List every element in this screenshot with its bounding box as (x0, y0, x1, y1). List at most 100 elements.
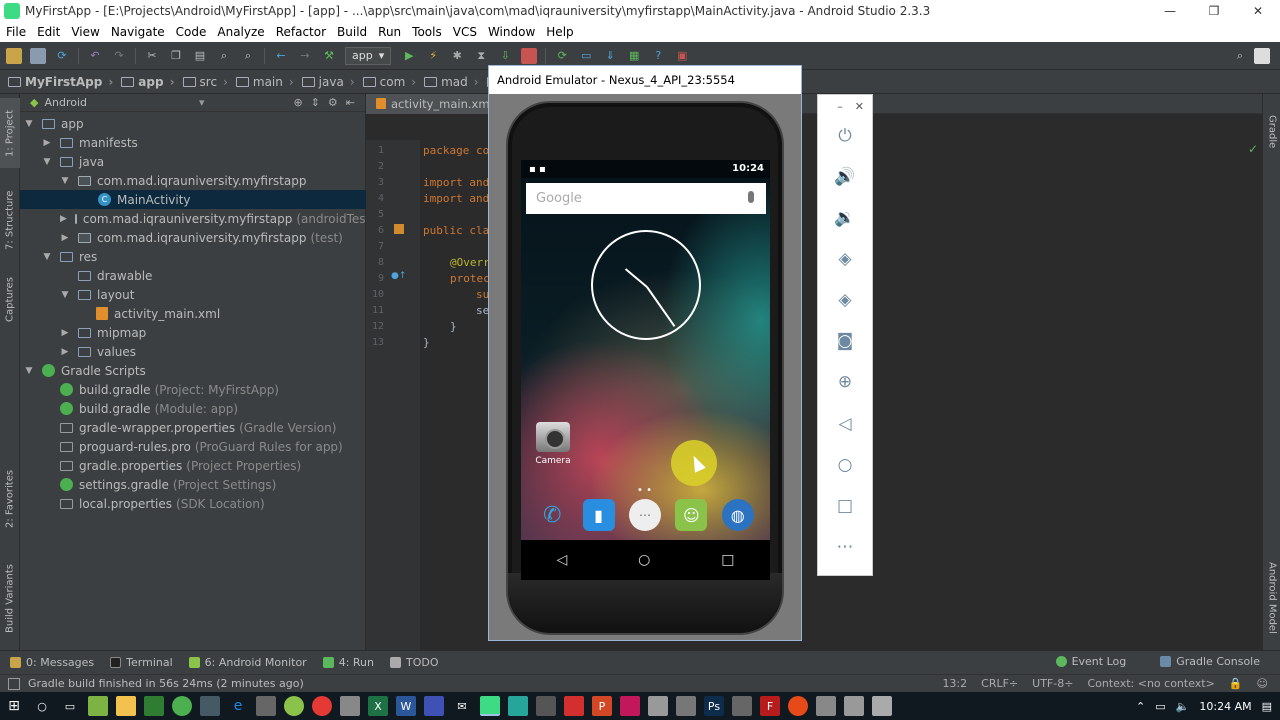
collapse-all-icon[interactable]: ⇕ (311, 96, 320, 109)
expand-arrow-icon[interactable]: ▼ (42, 252, 52, 262)
taskbar-app-icon[interactable] (816, 696, 836, 716)
sync-icon[interactable]: ⟳ (54, 48, 70, 64)
rotate-left-icon[interactable]: ◈ (834, 248, 856, 270)
expand-arrow-icon[interactable]: ▶ (60, 347, 70, 357)
tree-item-mipmap[interactable]: ▶ mipmap (20, 323, 366, 342)
tool-windows-toggle-icon[interactable] (8, 677, 20, 690)
tab-structure[interactable]: 7: Structure (0, 180, 20, 260)
filezilla-icon[interactable]: F (760, 696, 780, 716)
screenshot-icon[interactable]: ◙ (834, 330, 856, 352)
cursor-position[interactable]: 13:2 (942, 677, 967, 690)
override-gutter-icon[interactable]: ●↑ (391, 271, 406, 281)
sync-scroll-icon[interactable]: ⊕ (293, 96, 302, 109)
help-icon[interactable]: ? (650, 48, 666, 64)
breadcrumb-item[interactable]: mad › (424, 75, 479, 89)
tree-item-local-properties[interactable]: local.properties (SDK Location) (20, 494, 366, 513)
open-folder-icon[interactable] (6, 47, 22, 64)
taskbar-app-icon[interactable] (676, 696, 696, 716)
clock-time[interactable]: 10:24 AM (1199, 700, 1251, 713)
tree-item-package-test[interactable]: ▶ com.mad.iqrauniversity.myfirstapp (test) (20, 228, 366, 247)
word-icon[interactable]: W (396, 696, 416, 716)
google-search-bar[interactable]: Google (526, 183, 766, 214)
class-gutter-icon[interactable] (394, 224, 404, 234)
notifications-icon[interactable]: ▤ (1262, 700, 1272, 713)
taskbar-app-icon[interactable] (788, 696, 808, 716)
menu-refactor[interactable]: Refactor (276, 25, 326, 39)
save-icon[interactable] (30, 47, 46, 64)
code-line[interactable]: @Overr (450, 256, 490, 269)
volume-down-icon[interactable]: 🔉 (834, 207, 856, 229)
taskbar-app-icon[interactable] (172, 696, 192, 716)
edge-icon[interactable]: e (228, 696, 248, 716)
tab-project[interactable]: 1: Project (0, 98, 20, 168)
back-icon[interactable]: ← (273, 48, 289, 64)
menu-help[interactable]: Help (546, 25, 573, 39)
volume-up-icon[interactable]: 🔊 (834, 166, 856, 188)
expand-arrow-icon[interactable]: ▶ (60, 328, 70, 338)
expand-arrow-icon[interactable]: ▼ (42, 157, 52, 167)
messaging-app-icon[interactable]: ☺ (675, 499, 708, 531)
code-line[interactable]: import and (423, 176, 489, 189)
make-project-icon[interactable]: ⚒ (321, 48, 337, 64)
search-everywhere-icon[interactable]: ⌕ (1232, 48, 1248, 64)
analog-clock-widget[interactable] (591, 230, 701, 340)
tree-item-proguard-rules[interactable]: proguard-rules.pro (ProGuard Rules for ap… (20, 437, 366, 456)
device-home-icon[interactable]: ○ (638, 552, 650, 568)
cortana-icon[interactable]: ○ (32, 696, 52, 716)
file-encoding[interactable]: UTF-8÷ (1032, 677, 1073, 690)
taskbar-app-icon[interactable] (872, 696, 892, 716)
menu-build[interactable]: Build (337, 25, 367, 39)
tab-android-model[interactable]: Android Model (1263, 550, 1280, 645)
tray-expand-icon[interactable]: ⌃ (1136, 700, 1145, 713)
expand-arrow-icon[interactable]: ▼ (60, 176, 70, 186)
menu-navigate[interactable]: Navigate (111, 25, 165, 39)
layout-inspector-icon[interactable]: ▣ (674, 48, 690, 64)
tab-captures[interactable]: Captures (0, 270, 20, 330)
overview-icon[interactable]: □ (834, 495, 856, 517)
device-screen[interactable]: ▪ ▪ 10:24 Google Camera • • ✆ ▮ ⋯ ☺ ◍ ◁ … (521, 160, 770, 580)
expand-arrow-icon[interactable]: ▶ (60, 214, 67, 224)
taskbar-app-icon[interactable] (508, 696, 528, 716)
tree-item-gradle-wrapper[interactable]: gradle-wrapper.properties (Gradle Version… (20, 418, 366, 437)
menu-edit[interactable]: Edit (37, 25, 60, 39)
volume-icon[interactable]: 🔈 (1176, 700, 1190, 713)
tree-item-settings-gradle[interactable]: settings.gradle (Project Settings) (20, 475, 366, 494)
tree-item-gradle-scripts[interactable]: ▼ Gradle Scripts (20, 361, 366, 380)
windows-start-icon[interactable]: ⊞ (4, 696, 24, 716)
expand-arrow-icon[interactable]: ▶ (42, 138, 52, 148)
taskbar-app-icon[interactable] (256, 696, 276, 716)
powerpoint-icon[interactable]: P (592, 696, 612, 716)
tab-android-monitor[interactable]: 6: Android Monitor (188, 656, 307, 669)
breadcrumb-item[interactable]: app › (121, 75, 175, 89)
home-icon[interactable]: ○ (834, 454, 856, 476)
close-button[interactable]: ✕ (1236, 0, 1280, 22)
code-line[interactable]: } (423, 336, 430, 349)
gradle-sync-icon[interactable]: ⟳ (554, 48, 570, 64)
sdk-manager-icon[interactable]: ⇓ (602, 48, 618, 64)
copy-icon[interactable]: ❐ (168, 48, 184, 64)
avd-manager-icon[interactable]: ▭ (578, 48, 594, 64)
phone-app-icon[interactable]: ✆ (536, 499, 568, 531)
android-device-monitor-icon[interactable]: ▦ (626, 48, 642, 64)
find-icon[interactable]: ⌕ (216, 48, 232, 64)
excel-icon[interactable]: X (368, 696, 388, 716)
breadcrumb-item[interactable]: com › (362, 75, 416, 89)
network-icon[interactable]: ▭ (1155, 700, 1165, 713)
code-line[interactable]: package co (423, 144, 489, 157)
tab-event-log[interactable]: Event Log (1055, 655, 1126, 668)
android-studio-taskbar-icon[interactable] (480, 696, 500, 716)
code-line[interactable]: import and (423, 192, 489, 205)
menu-view[interactable]: View (71, 25, 99, 39)
menu-code[interactable]: Code (176, 25, 207, 39)
zoom-icon[interactable]: ⊕ (834, 371, 856, 393)
expand-arrow-icon[interactable]: ▼ (24, 366, 34, 376)
breadcrumb-item[interactable]: MyFirstApp › (8, 75, 113, 89)
tab-gradle[interactable]: Gradle (1263, 102, 1280, 162)
taskbar-app-icon[interactable] (536, 696, 556, 716)
device-back-icon[interactable]: ◁ (556, 552, 567, 568)
tree-item-java[interactable]: ▼ java (20, 152, 366, 171)
task-view-icon[interactable]: ▭ (60, 696, 80, 716)
rotate-right-icon[interactable]: ◈ (834, 289, 856, 311)
code-line[interactable]: protec (450, 272, 490, 285)
tree-item-res[interactable]: ▼ res (20, 247, 366, 266)
